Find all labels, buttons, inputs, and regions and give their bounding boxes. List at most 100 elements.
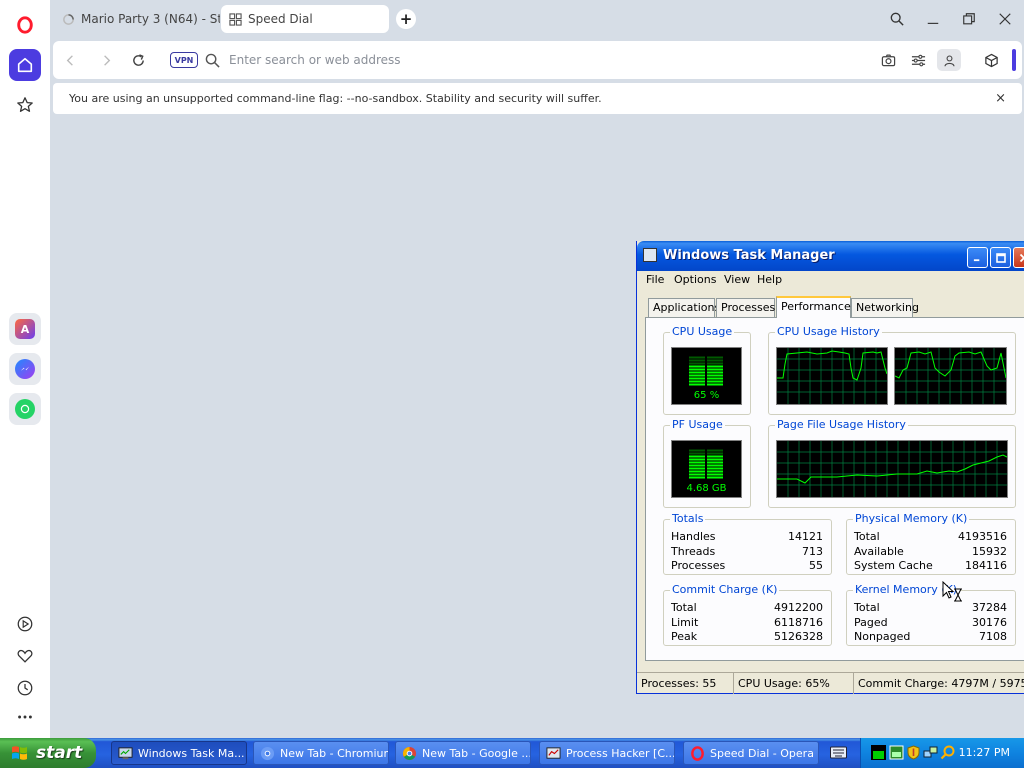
search-tabs-icon[interactable] (887, 9, 907, 29)
meter-segment (689, 473, 705, 476)
tab-label: Mario Party 3 (N64) - Story (81, 12, 220, 26)
commit-peak-value: 5126328 (774, 630, 823, 643)
accent-indicator (1012, 49, 1016, 71)
back-arrow-icon[interactable] (62, 52, 78, 68)
tab-speed-dial[interactable]: Speed Dial (221, 5, 389, 33)
close-icon[interactable]: × (995, 91, 1006, 106)
restore-icon[interactable] (959, 9, 979, 29)
meter-segment (689, 359, 705, 362)
kernel-memory-group: Kernel Memory (K) Total 37284 Paged 3017… (846, 583, 1016, 646)
system-cache-label: System Cache (854, 559, 933, 572)
close-window-icon[interactable] (995, 9, 1015, 29)
opera-logo-icon[interactable] (9, 9, 41, 41)
commit-charge-group: Commit Charge (K) Total 4912200 Limit 61… (663, 583, 832, 646)
meter-segment (689, 467, 705, 470)
camera-snapshot-icon[interactable] (880, 52, 896, 68)
tab-processes[interactable]: Processes (716, 298, 775, 317)
meter-segment (707, 455, 723, 458)
pf-usage-value: 4.68 GB (686, 483, 727, 494)
taskbar-task-opera[interactable]: Speed Dial - Opera (683, 741, 819, 765)
minimize-icon[interactable] (923, 9, 943, 29)
meter-segment (689, 455, 705, 458)
meter-segment (689, 452, 705, 455)
menu-help[interactable]: Help (757, 273, 782, 286)
meter-segment (707, 362, 723, 365)
threads-label: Threads (671, 545, 716, 558)
minimize-icon (973, 259, 980, 262)
taskbar-task-task-manager[interactable]: Windows Task Ma... (111, 741, 247, 765)
new-tab-button[interactable]: + (396, 9, 416, 29)
meter-segment (689, 368, 705, 371)
meter-segment (689, 377, 705, 380)
task-label: New Tab - Google ... (422, 746, 531, 760)
meter-segment (689, 458, 705, 461)
maximize-button[interactable] (990, 247, 1011, 268)
meter-segment (689, 464, 705, 467)
meter-segment (707, 452, 723, 455)
meter-segment (689, 371, 705, 374)
more-dots-icon[interactable] (9, 701, 41, 733)
tab-performance[interactable]: Performance (776, 296, 851, 318)
taskbar-task-chromium[interactable]: New Tab - Chromium (253, 741, 389, 765)
cpu-usage-meter: 65 % (671, 347, 742, 405)
clock[interactable]: 11:27 PM (959, 746, 1010, 759)
reload-icon[interactable] (130, 52, 146, 68)
performance-panel: CPU Usage 65 % CPU Usage History PF Usag… (645, 317, 1024, 661)
process-hacker-tray-icon[interactable] (889, 745, 904, 760)
start-button[interactable]: start (0, 738, 96, 768)
magnifier-tray-icon[interactable] (940, 745, 955, 760)
meter-segment (707, 356, 723, 359)
meter-segment (689, 356, 705, 359)
meter-segment (689, 476, 705, 479)
profile-icon[interactable] (937, 49, 961, 71)
heart-icon[interactable] (9, 640, 41, 672)
home-icon[interactable] (9, 49, 41, 81)
extensions-cube-icon[interactable] (983, 52, 999, 68)
window-title: Windows Task Manager (663, 248, 835, 263)
forward-arrow-icon[interactable] (98, 52, 114, 68)
taskbar-task-process-hacker[interactable]: Process Hacker [C... (539, 741, 675, 765)
meter-segment (707, 368, 723, 371)
tab-mario-party[interactable]: Mario Party 3 (N64) - Story (54, 5, 220, 33)
title-bar[interactable]: Windows Task Manager (637, 241, 1024, 271)
tab-applications[interactable]: Applications (648, 298, 720, 317)
messenger-icon[interactable] (9, 353, 41, 385)
cpu-history-group: CPU Usage History (768, 325, 1016, 415)
performance-tray-icon[interactable] (871, 745, 886, 760)
vpn-badge[interactable]: VPN (170, 52, 198, 68)
address-input[interactable] (229, 50, 849, 70)
task-label: Speed Dial - Opera (710, 746, 814, 760)
network-icon[interactable] (923, 745, 938, 760)
taskbar-task-google-chrome[interactable]: New Tab - Google ... (395, 741, 531, 765)
kernel-nonpaged-value: 7108 (979, 630, 1007, 643)
aria-ai-icon[interactable]: A (9, 313, 41, 345)
pf-history-group: Page File Usage History (768, 418, 1016, 508)
commit-total-label: Total (671, 601, 697, 614)
meter-segment (707, 473, 723, 476)
easy-setup-sliders-icon[interactable] (910, 52, 926, 68)
maximize-icon (995, 252, 1006, 263)
meter-segment (689, 365, 705, 368)
kernel-paged-value: 30176 (972, 616, 1007, 629)
player-icon[interactable] (9, 608, 41, 640)
menu-options[interactable]: Options (674, 273, 716, 286)
close-button[interactable] (1013, 247, 1024, 268)
tab-networking[interactable]: Networking (851, 298, 919, 317)
menu-view[interactable]: View (724, 273, 750, 286)
status-bar: Processes: 55 CPU Usage: 65% Commit Char… (637, 672, 1024, 694)
infobar-warning: You are using an unsupported command-lin… (53, 83, 1022, 114)
pf-history-label: Page File Usage History (775, 418, 908, 431)
threads-value: 713 (802, 545, 823, 558)
whatsapp-icon[interactable] (9, 393, 41, 425)
minimize-button[interactable] (967, 247, 988, 268)
commit-charge-label: Commit Charge (K) (670, 583, 780, 596)
keyboard-icon[interactable] (830, 745, 847, 760)
physical-available-label: Available (854, 545, 904, 558)
history-clock-icon[interactable] (9, 672, 41, 704)
bookmarks-star-icon[interactable] (9, 89, 41, 121)
graph-grid (777, 348, 887, 404)
address-bar: VPN (53, 41, 1022, 79)
security-shield-icon[interactable] (906, 745, 921, 760)
meter-segment (689, 374, 705, 377)
menu-file[interactable]: File (646, 273, 664, 286)
